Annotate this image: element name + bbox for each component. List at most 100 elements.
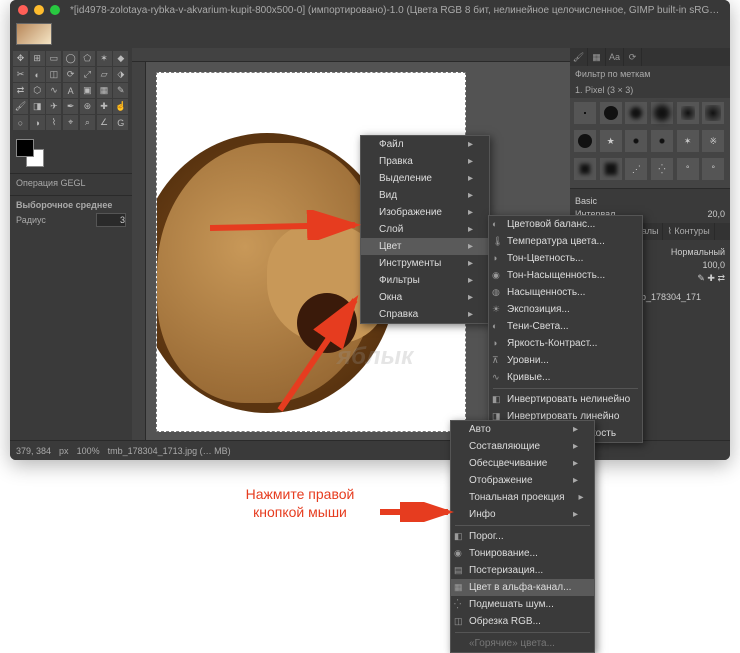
brush-item[interactable] [651, 102, 673, 124]
brush-item[interactable]: ★ [600, 130, 622, 152]
interval-value[interactable]: 20,0 [707, 209, 725, 219]
tool-heal[interactable]: ✚ [97, 99, 112, 114]
tool-scissors[interactable]: ✂ [13, 67, 28, 82]
font-tab-icon[interactable]: Aa [606, 48, 624, 66]
menu-view[interactable]: Вид▸ [361, 187, 489, 204]
menu-hue-saturation[interactable]: ◉Тон-Насыщенность... [489, 267, 642, 284]
tool-paintbrush[interactable]: 🖌 [13, 99, 28, 114]
menu-map[interactable]: Отображение▸ [451, 472, 594, 489]
tool-move[interactable]: ✥ [13, 51, 28, 66]
brush-item[interactable] [677, 102, 699, 124]
menu-filters[interactable]: Фильтры▸ [361, 272, 489, 289]
menu-image[interactable]: Изображение▸ [361, 204, 489, 221]
brush-item[interactable]: ° [702, 158, 724, 180]
tool-perspective[interactable]: ⬗ [113, 67, 128, 82]
tool-measure[interactable]: ∠ [97, 115, 112, 130]
menu-file[interactable]: Файл▸ [361, 136, 489, 153]
menu-color-temp[interactable]: 🌡Температура цвета... [489, 233, 642, 250]
menu-color-balance[interactable]: ◐Цветовой баланс... [489, 216, 642, 233]
menu-info[interactable]: Инфо▸ [451, 506, 594, 523]
foreground-color[interactable] [16, 139, 34, 157]
tool-crop[interactable]: ◫ [46, 67, 61, 82]
menu-posterize[interactable]: ▤Постеризация... [451, 562, 594, 579]
tool-bucket[interactable]: ▣ [80, 83, 95, 98]
tool-color-picker[interactable]: ⌖ [63, 115, 78, 130]
menu-threshold[interactable]: ◧Порог... [451, 528, 594, 545]
menu-curves[interactable]: ∿Кривые... [489, 369, 642, 386]
tab-paths[interactable]: ⌇ Контуры [663, 223, 714, 240]
status-zoom[interactable]: 100% [77, 446, 100, 456]
tool-smudge[interactable]: ☝ [113, 99, 128, 114]
tool-align[interactable]: ⊞ [30, 51, 45, 66]
tool-gradient[interactable]: ▦ [97, 83, 112, 98]
menu-levels[interactable]: ⊼Уровни... [489, 352, 642, 369]
brush-item[interactable]: ✶ [677, 130, 699, 152]
menu-color-to-alpha[interactable]: ▦Цвет в альфа-канал... [451, 579, 594, 596]
tool-rotate[interactable]: ⟳ [63, 67, 78, 82]
tool-path[interactable]: ⌇ [46, 115, 61, 130]
brush-item[interactable] [625, 130, 647, 152]
status-unit[interactable]: px [59, 446, 69, 456]
minimize-icon[interactable] [34, 5, 44, 15]
menu-tonemapping[interactable]: Тональная проекция▸ [451, 489, 594, 506]
tool-foreground[interactable]: ◐ [30, 67, 45, 82]
tool-ink[interactable]: ✒ [63, 99, 78, 114]
menu-help[interactable]: Справка▸ [361, 306, 489, 323]
brush-item[interactable] [600, 102, 622, 124]
image-tab-thumb[interactable] [16, 23, 52, 45]
tool-zoom[interactable]: ⌕ [80, 115, 95, 130]
tool-scale[interactable]: ⤢ [80, 67, 95, 82]
maximize-icon[interactable] [50, 5, 60, 15]
brush-item[interactable] [574, 130, 596, 152]
menu-edit[interactable]: Правка▸ [361, 153, 489, 170]
brush-tab-icon[interactable]: 🖌 [570, 48, 588, 66]
brush-item[interactable] [600, 158, 622, 180]
close-icon[interactable] [18, 5, 28, 15]
menu-select[interactable]: Выделение▸ [361, 170, 489, 187]
brush-item[interactable]: ° [677, 158, 699, 180]
brush-item[interactable] [651, 130, 673, 152]
tool-warp[interactable]: ∿ [46, 83, 61, 98]
menu-add-noise[interactable]: ⁛Подмешать шум... [451, 596, 594, 613]
menu-hue-chroma[interactable]: ◑Тон-Цветность... [489, 250, 642, 267]
brush-item[interactable]: ⋰ [625, 158, 647, 180]
menu-colors[interactable]: Цвет▸ [361, 238, 489, 255]
tool-free-select[interactable]: ⬠ [80, 51, 95, 66]
menu-windows[interactable]: Окна▸ [361, 289, 489, 306]
brush-item[interactable] [574, 158, 596, 180]
tool-fuzzy-select[interactable]: ✶ [97, 51, 112, 66]
menu-layer[interactable]: Слой▸ [361, 221, 489, 238]
menu-components[interactable]: Составляющие▸ [451, 438, 594, 455]
tool-clone[interactable]: ⊛ [80, 99, 95, 114]
lock-icons[interactable]: ✎ ✚ ⇄ [697, 273, 725, 284]
menu-saturation[interactable]: ◍Насыщенность... [489, 284, 642, 301]
brush-item[interactable] [574, 102, 596, 124]
tool-rect-select[interactable]: ▭ [46, 51, 61, 66]
brush-item[interactable] [702, 102, 724, 124]
menu-exposure[interactable]: ☀Экспозиция... [489, 301, 642, 318]
tool-gegl[interactable]: G [113, 115, 128, 130]
pattern-tab-icon[interactable]: ▦ [588, 48, 606, 66]
tool-eraser[interactable]: ◨ [30, 99, 45, 114]
menu-auto[interactable]: Авто▸ [451, 421, 594, 438]
history-tab-icon[interactable]: ⟳ [624, 48, 642, 66]
menu-invert-nonlinear[interactable]: ◧Инвертировать нелинейно [489, 391, 642, 408]
tool-blur[interactable]: ○ [13, 115, 28, 130]
menu-desaturate[interactable]: Обесцвечивание▸ [451, 455, 594, 472]
tool-flip[interactable]: ⇄ [13, 83, 28, 98]
tool-text[interactable]: A [63, 83, 78, 98]
menu-clip-rgb[interactable]: ◫Обрезка RGB... [451, 613, 594, 630]
menu-shadows-highlights[interactable]: ◐Тени-Света... [489, 318, 642, 335]
tool-shear[interactable]: ▱ [97, 67, 112, 82]
menu-colorize[interactable]: ◉Тонирование... [451, 545, 594, 562]
tool-airbrush[interactable]: ✈ [46, 99, 61, 114]
menu-tools[interactable]: Инструменты▸ [361, 255, 489, 272]
tool-dodge[interactable]: ◑ [30, 115, 45, 130]
tool-pencil[interactable]: ✎ [113, 83, 128, 98]
opacity-value[interactable]: 100,0 [702, 260, 725, 270]
tool-color-select[interactable]: ◆ [113, 51, 128, 66]
radius-input[interactable] [96, 213, 126, 227]
tool-ellipse-select[interactable]: ◯ [63, 51, 78, 66]
brush-item[interactable]: ※ [702, 130, 724, 152]
brush-item[interactable] [625, 102, 647, 124]
